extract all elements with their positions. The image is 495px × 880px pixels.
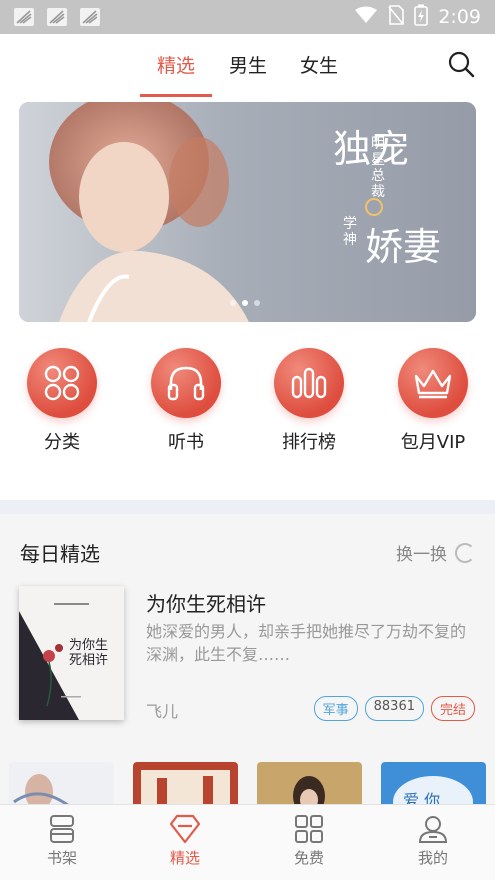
category-row: 分类 听书 排行榜 包月VIP bbox=[0, 348, 495, 458]
banner-dot[interactable] bbox=[254, 300, 260, 306]
daily-picks-section: 每日精选 换一换 为你生死相许 为你生死相许 她深爱的男人，却亲手把她推尽了万劫… bbox=[0, 514, 495, 804]
promo-banner[interactable]: 独宠 明星总裁 学神 娇妻 bbox=[19, 102, 476, 322]
category-label: 分类 bbox=[44, 432, 80, 453]
category-grid-icon bbox=[27, 348, 97, 418]
banner-pagination bbox=[230, 300, 260, 306]
book-thumbnail[interactable] bbox=[133, 762, 238, 806]
tab-featured[interactable]: 精选 bbox=[157, 51, 195, 78]
section-title: 每日精选 bbox=[20, 542, 100, 566]
search-icon[interactable] bbox=[447, 50, 475, 78]
category-audiobook[interactable]: 听书 bbox=[136, 348, 236, 454]
count-tag: 88361 bbox=[364, 696, 424, 721]
nav-bookshelf[interactable]: 书架 bbox=[12, 813, 112, 868]
nav-profile[interactable]: 我的 bbox=[383, 813, 483, 868]
status-tag: 完结 bbox=[430, 696, 475, 721]
nav-free[interactable]: 免费 bbox=[259, 813, 359, 868]
refresh-button[interactable]: 换一换 bbox=[396, 540, 475, 565]
nav-label: 免费 bbox=[293, 849, 324, 867]
notification-icon bbox=[80, 8, 100, 26]
tab-male[interactable]: 男生 bbox=[229, 51, 267, 78]
banner-title-sub: 娇妻 bbox=[365, 225, 442, 269]
category-ranking[interactable]: 排行榜 bbox=[259, 348, 359, 454]
book-thumbnail[interactable] bbox=[9, 762, 114, 806]
top-tab-bar: 精选 男生 女生 bbox=[0, 34, 495, 98]
nav-label: 书架 bbox=[46, 849, 77, 867]
category-label: 排行榜 bbox=[282, 432, 336, 453]
book-thumbnail-row: 爱 你 bbox=[0, 762, 495, 806]
crown-icon bbox=[398, 348, 468, 418]
book-thumbnail[interactable] bbox=[257, 762, 362, 806]
book-cover-title: 为你生死相许 bbox=[69, 638, 109, 668]
notification-icon bbox=[14, 8, 34, 26]
user-icon bbox=[418, 816, 448, 843]
section-divider bbox=[0, 500, 495, 514]
nav-label: 我的 bbox=[417, 849, 448, 867]
no-sim-icon bbox=[388, 5, 405, 29]
nav-featured[interactable]: 精选 bbox=[135, 813, 235, 868]
category-vip[interactable]: 包月VIP bbox=[383, 348, 483, 454]
banner-vertical-text-1: 明星总裁 bbox=[371, 136, 385, 200]
ranking-bars-icon bbox=[274, 348, 344, 418]
diamond-icon bbox=[169, 814, 201, 844]
banner-dot-active[interactable] bbox=[242, 300, 248, 306]
book-thumbnail[interactable]: 爱 你 bbox=[381, 762, 486, 806]
book-author: 飞儿 bbox=[146, 702, 179, 721]
wifi-icon bbox=[354, 6, 378, 28]
bottom-nav: 书架 精选 免费 我的 bbox=[0, 804, 495, 880]
book-description: 她深爱的男人，却亲手把她推尽了万劫不复的深渊，此生不复…… bbox=[146, 622, 467, 664]
banner-vertical-text-2: 学神 bbox=[343, 216, 357, 248]
status-bar: 2:09 bbox=[0, 0, 495, 34]
book-cover[interactable]: 为你生死相许 bbox=[19, 586, 124, 720]
refresh-label: 换一换 bbox=[396, 545, 447, 565]
genre-tag: 军事 bbox=[313, 696, 358, 721]
nav-label: 精选 bbox=[169, 849, 200, 867]
banner-emblem bbox=[365, 198, 383, 216]
notification-icon bbox=[47, 8, 67, 26]
headphones-icon bbox=[151, 348, 221, 418]
tab-female[interactable]: 女生 bbox=[300, 51, 338, 78]
category-classify[interactable]: 分类 bbox=[12, 348, 112, 454]
grid-apps-icon bbox=[295, 815, 323, 843]
category-label: 听书 bbox=[168, 432, 204, 453]
category-label: 包月VIP bbox=[400, 432, 466, 453]
book-tags: 军事 88361 完结 bbox=[313, 696, 475, 721]
bookshelf-icon bbox=[50, 815, 74, 843]
banner-title-block: 独宠 明星总裁 学神 娇妻 bbox=[303, 116, 473, 306]
active-tab-indicator bbox=[140, 94, 212, 97]
banner-dot[interactable] bbox=[230, 300, 236, 306]
refresh-icon bbox=[455, 542, 475, 563]
battery-charging-icon bbox=[414, 4, 429, 30]
status-time: 2:09 bbox=[438, 6, 481, 28]
book-title[interactable]: 为你生死相许 bbox=[146, 588, 266, 617]
